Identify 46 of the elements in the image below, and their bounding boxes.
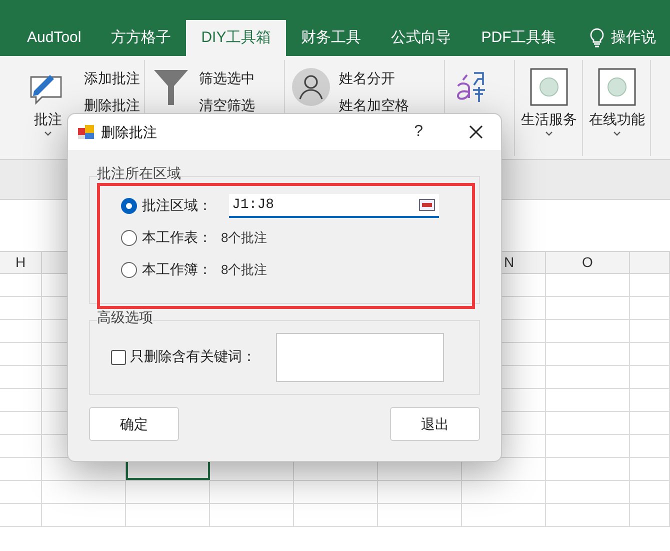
radio-button[interactable] [121,198,137,214]
funnel-icon [152,67,190,107]
dialog-button[interactable]: 退出 [390,407,480,441]
ribbon-tab[interactable]: 方方格子 [96,20,186,56]
radio-button[interactable] [121,262,137,278]
lightbulb-icon [589,28,606,48]
checkbox[interactable] [111,350,126,365]
ribbon-tab[interactable]: AudTool [12,20,96,56]
caret-icon [545,131,553,136]
keyword-input-field[interactable] [276,333,444,382]
ribbon-tab[interactable]: 公式向导 [376,20,466,56]
dialog-button[interactable]: 确定 [89,407,179,441]
column-header[interactable]: O [582,252,593,273]
caret-icon [613,131,621,136]
app-icon [78,124,95,140]
comment-count: 8个批注 [221,229,268,248]
radio-button[interactable] [121,230,137,246]
tell-me-text[interactable]: 操作说 [611,26,656,50]
ribbon-item[interactable]: 删除批注 [84,95,140,116]
ribbon-item[interactable]: 筛选选中 [199,68,255,89]
circle-tile-icon [598,68,636,106]
person-icon [291,67,331,107]
range-input-field[interactable]: J1:J8 [229,194,439,218]
option-label[interactable]: 批注区域： [142,196,222,216]
ribbon-tab[interactable]: PDF工具集 [466,20,572,56]
caret-icon [44,131,52,136]
ribbon-button-label[interactable]: 在线功能 [589,110,645,129]
ribbon-tab[interactable]: 财务工具 [286,20,376,56]
ribbon-item[interactable]: 添加批注 [84,68,140,89]
circle-tile-icon [530,68,568,106]
dialog-title: 删除批注 [101,122,157,142]
comment-count: 8个批注 [221,261,268,280]
help-button[interactable]: ? [414,120,423,144]
option-label[interactable]: 本工作簿： [142,260,222,280]
range-picker-icon[interactable] [419,199,435,211]
ribbon-item[interactable]: 姓名加空格 [339,95,409,116]
ribbon-item[interactable]: 姓名分开 [339,68,409,89]
column-header[interactable]: H [15,252,26,273]
option-label[interactable]: 本工作表： [142,228,222,248]
pinyin-icon [454,70,488,104]
column-header[interactable]: N [504,252,514,273]
checkbox-label[interactable]: 只删除含有关键词： [130,347,276,368]
ribbon-button-label[interactable]: 生活服务 [521,110,577,129]
close-button[interactable] [469,125,483,139]
ribbon-item[interactable]: 清空筛选 [199,95,255,116]
ribbon-tab[interactable]: DIY工具箱 [186,20,286,56]
